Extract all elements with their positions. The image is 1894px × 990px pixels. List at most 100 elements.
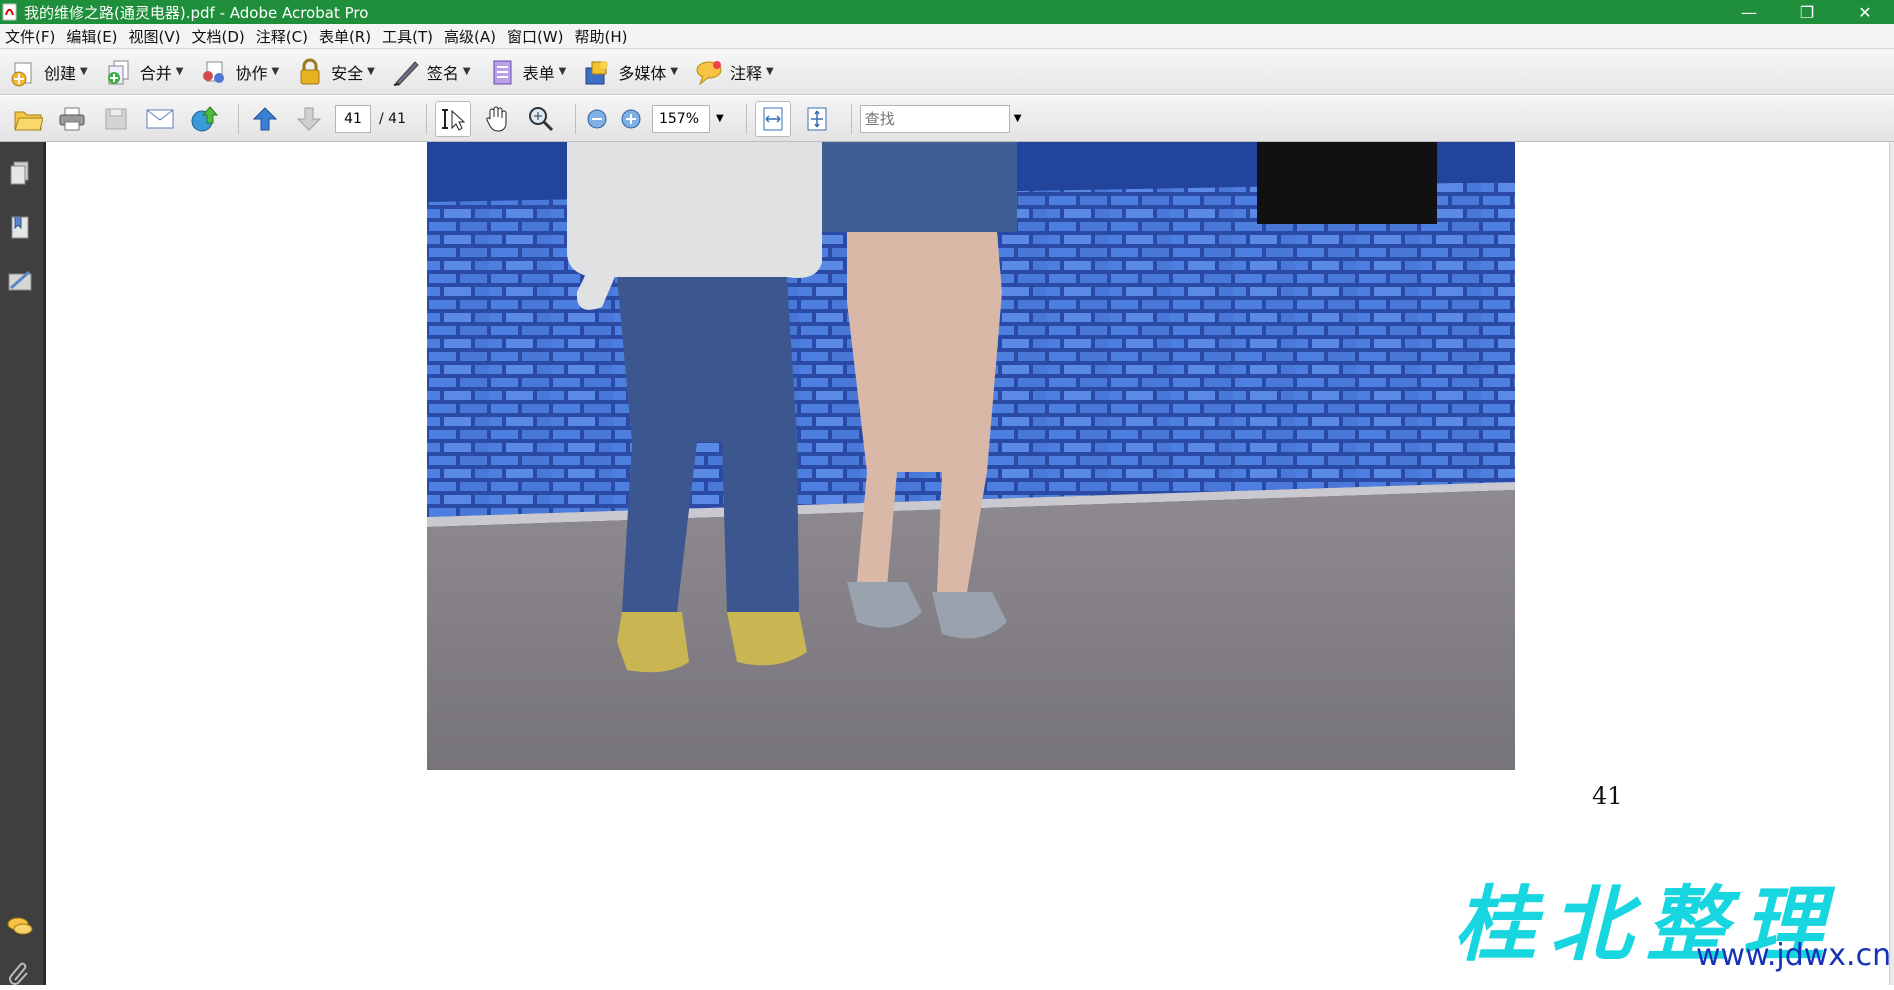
chevron-down-icon: ▼ <box>271 66 280 77</box>
save-button[interactable] <box>98 101 134 137</box>
lock-icon <box>295 57 325 87</box>
printer-icon <box>59 107 85 130</box>
bookmarks-icon[interactable] <box>7 214 33 240</box>
multimedia-label: 多媒体 <box>618 63 667 83</box>
zoom-dropdown-chevron-icon[interactable]: ▼ <box>716 113 724 124</box>
security-button[interactable]: 安全 ▼ <box>295 54 375 90</box>
navigation-panel <box>0 142 46 985</box>
save-disk-icon <box>105 108 127 129</box>
menu-view[interactable]: 视图(V) <box>124 26 187 47</box>
next-page-button[interactable] <box>291 101 327 137</box>
tasks-toolbar: 创建 ▼ 合并 ▼ 协作 ▼ 安全 ▼ 签名 ▼ 表单 ▼ 多媒体 ▼ 注释 ▼ <box>0 49 1894 95</box>
combine-button[interactable]: 合并 ▼ <box>104 54 184 90</box>
fit-page-icon <box>807 107 827 130</box>
menu-document[interactable]: 文档(D) <box>187 26 251 47</box>
globe-upload-icon <box>191 105 219 131</box>
arrow-down-icon <box>296 107 322 131</box>
form-icon <box>487 57 517 87</box>
menu-bar: 文件(F) 编辑(E) 视图(V) 文档(D) 注释(C) 表单(R) 工具(T… <box>0 24 1894 49</box>
window-controls: — ❐ ✕ <box>1720 0 1894 24</box>
menu-file[interactable]: 文件(F) <box>0 26 61 47</box>
text-select-cursor-icon <box>441 108 466 131</box>
sign-label: 签名 <box>426 63 459 83</box>
hand-tool-button[interactable] <box>479 101 515 137</box>
comment-button[interactable]: 注释 ▼ <box>694 54 774 90</box>
vertical-scrollbar[interactable] <box>1889 142 1894 985</box>
zoom-tool-button[interactable] <box>523 101 559 137</box>
pen-icon <box>391 57 421 87</box>
fit-width-button[interactable] <box>754 100 791 137</box>
collaborate-icon <box>199 57 229 87</box>
fit-width-icon <box>763 107 783 130</box>
window-title: 我的维修之路(通灵电器).pdf - Adobe Acrobat Pro <box>24 3 369 22</box>
close-button[interactable]: ✕ <box>1836 0 1894 24</box>
menu-help[interactable]: 帮助(H) <box>569 26 633 47</box>
menu-tools[interactable]: 工具(T) <box>377 26 439 47</box>
fit-page-button[interactable] <box>799 101 835 137</box>
chevron-down-icon: ▼ <box>80 66 88 77</box>
forms-label: 表单 <box>522 63 555 83</box>
menu-forms[interactable]: 表单(R) <box>314 26 377 47</box>
magnifier-icon <box>528 106 554 131</box>
signatures-icon[interactable] <box>7 268 33 294</box>
find-dropdown-chevron-icon[interactable]: ▼ <box>1014 113 1022 124</box>
attachments-paperclip-icon[interactable] <box>7 960 33 986</box>
page-number-input[interactable] <box>335 104 371 133</box>
page-number-text: 41 <box>1592 782 1623 810</box>
comments-panel-icon[interactable] <box>7 914 33 940</box>
zoom-out-button[interactable] <box>584 101 610 137</box>
email-button[interactable] <box>142 101 178 137</box>
create-label: 创建 <box>44 63 77 83</box>
toolbar-separator <box>745 103 747 134</box>
comment-icon <box>694 57 724 87</box>
watermark-url-text: www.jdwx.cn <box>1696 938 1892 973</box>
comment-label: 注释 <box>730 63 763 83</box>
zoom-out-icon <box>587 109 607 128</box>
menu-advanced[interactable]: 高级(A) <box>439 26 502 47</box>
arrow-up-icon <box>252 106 278 130</box>
create-button[interactable]: 创建 ▼ <box>8 54 88 90</box>
menu-edit[interactable]: 编辑(E) <box>61 26 123 47</box>
forms-button[interactable]: 表单 ▼ <box>487 54 567 90</box>
combine-label: 合并 <box>139 63 172 83</box>
create-icon <box>8 57 38 87</box>
open-button[interactable] <box>10 101 46 137</box>
email-icon <box>146 109 174 128</box>
page-photo-image <box>427 142 1515 770</box>
print-button[interactable] <box>54 101 90 137</box>
select-tool-button[interactable] <box>434 100 471 137</box>
menu-window[interactable]: 窗口(W) <box>502 26 570 47</box>
collaborate-label: 协作 <box>235 63 268 83</box>
acrobat-app-icon[interactable] <box>2 3 18 21</box>
document-view[interactable]: 41 桂北整理 www.jdwx.cn <box>46 142 1894 985</box>
title-bar: 我的维修之路(通灵电器).pdf - Adobe Acrobat Pro — ❐… <box>0 0 1894 24</box>
chevron-down-icon: ▼ <box>766 66 774 77</box>
multimedia-icon <box>582 57 612 87</box>
chevron-down-icon: ▼ <box>558 66 567 77</box>
chevron-down-icon: ▼ <box>175 66 184 77</box>
previous-page-button[interactable] <box>247 101 283 137</box>
minimize-button[interactable]: — <box>1720 0 1778 24</box>
restore-button[interactable]: ❐ <box>1778 0 1836 24</box>
navigation-toolbar: / 41 ▼ ▼ <box>0 96 1894 142</box>
chevron-down-icon: ▼ <box>367 66 375 77</box>
hand-icon <box>486 106 507 132</box>
zoom-in-button[interactable] <box>618 101 644 137</box>
sign-button[interactable]: 签名 ▼ <box>391 54 471 90</box>
chevron-down-icon: ▼ <box>670 66 679 77</box>
multimedia-button[interactable]: 多媒体 ▼ <box>582 54 678 90</box>
menu-comments[interactable]: 注释(C) <box>251 26 314 47</box>
folder-icon <box>14 111 43 130</box>
toolbar-separator <box>238 103 239 134</box>
upload-button[interactable] <box>186 101 222 137</box>
zoom-in-icon <box>621 109 641 128</box>
toolbar-separator <box>574 103 576 134</box>
zoom-level-input[interactable] <box>651 104 710 133</box>
pages-icon[interactable] <box>7 160 33 186</box>
combine-icon <box>104 57 134 87</box>
toolbar-separator <box>850 103 852 134</box>
collaborate-button[interactable]: 协作 ▼ <box>199 54 279 90</box>
page-total: / 41 <box>379 110 406 127</box>
find-input[interactable] <box>859 104 1010 133</box>
security-label: 安全 <box>331 63 364 83</box>
